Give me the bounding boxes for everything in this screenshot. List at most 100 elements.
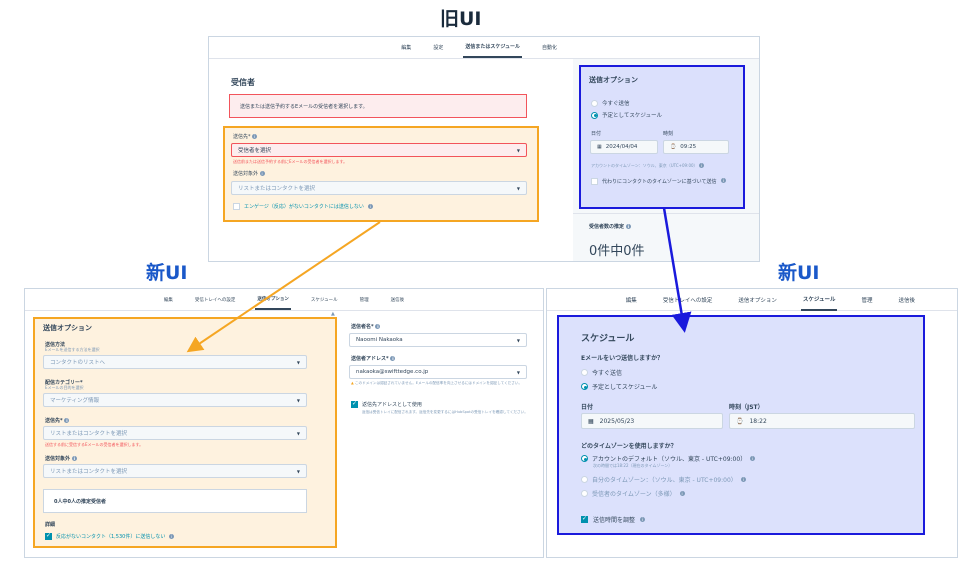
new-tz-own[interactable]: 自分のタイムゾーン：（ソウル、東京 - UTC+09:00） i (581, 475, 746, 484)
radio-dot[interactable] (581, 369, 588, 376)
new-category-select[interactable]: マーケティング情報 ▼ (43, 393, 307, 407)
old-radio-schedule[interactable]: 予定としてスケジュール (591, 111, 662, 119)
old-tab-settings[interactable]: 設定 (431, 38, 445, 57)
new-detail-checkbox-row[interactable]: 反応がないコンタクト（1,530件）に送信しない i (45, 532, 175, 540)
info-icon[interactable]: i (259, 171, 265, 176)
new-tz-account[interactable]: アカウントのデフォルト（ソウル、東京 - UTC+09:00） i (581, 454, 756, 463)
old-tab-edit[interactable]: 編集 (399, 38, 413, 57)
calendar-icon: ▦ (597, 144, 602, 150)
old-ui-panel: 編集 設定 送信またはスケジュール 自動化 受信者 送信または送信予約するEメー… (208, 36, 760, 262)
new-right-tab-manage[interactable]: 管理 (859, 290, 874, 310)
info-icon[interactable]: i (679, 491, 685, 496)
radio-dot-selected[interactable] (591, 111, 598, 119)
info-icon[interactable]: i (698, 163, 704, 168)
info-icon[interactable]: i (640, 517, 646, 522)
clock-icon: ⌚ (736, 417, 744, 425)
old-contact-tz-row[interactable]: 代わりにコンタクトのタイムゾーンに基づいて送信 i (591, 178, 741, 185)
new-detail-label: 詳細 (45, 522, 56, 528)
old-tz-text: アカウントのタイムゾーン：ソウル、東京（UTC+09:00） i (591, 163, 704, 168)
new-category-sub: Eメールの目的を選択 (45, 385, 84, 390)
new-left-tab-manage[interactable]: 管理 (358, 291, 371, 309)
info-icon[interactable]: i (740, 477, 746, 482)
info-icon[interactable]: i (375, 324, 381, 329)
info-icon[interactable]: i (750, 456, 756, 461)
new-optimize-row[interactable]: 送信時間を調整 i (581, 515, 646, 524)
new-right-tabs: 編集 受信トレイへの設定 送信オプション スケジュール 管理 送信後 (547, 289, 957, 311)
new-right-tab-after[interactable]: 送信後 (896, 290, 917, 310)
new-detail-checkbox[interactable] (45, 532, 52, 540)
new-left-tab-edit[interactable]: 編集 (162, 291, 175, 309)
new-sender-addr-input[interactable]: nakaoka@swifttedge.co.jp ▼ (349, 365, 527, 379)
old-estimate-value: 0件中0件 (589, 244, 645, 259)
old-engage-checkbox[interactable] (233, 203, 240, 210)
new-send-to-select[interactable]: リストまたはコンタクトを選択 ▼ (43, 426, 307, 440)
new-time-label: 時刻（JST） (729, 404, 764, 411)
chevron-down-icon: ▼ (516, 369, 520, 375)
old-send-options-highlight (579, 65, 745, 209)
new-left-tab-inbox[interactable]: 受信トレイへの設定 (193, 291, 238, 309)
new-exclude-select[interactable]: リストまたはコンタクトを選択 ▼ (43, 464, 307, 478)
new-left-tab-schedule[interactable]: スケジュール (309, 291, 340, 309)
new-tz-recipient[interactable]: 受信者のタイムゾーン（多様） i (581, 489, 685, 498)
new-left-tab-after[interactable]: 送信後 (389, 291, 407, 309)
radio-dot-selected[interactable] (581, 383, 588, 390)
new-right-tab-edit[interactable]: 編集 (624, 290, 639, 310)
info-icon[interactable]: i (64, 418, 70, 423)
old-date-input[interactable]: ▦ 2024/04/04 (590, 140, 658, 154)
radio-dot[interactable] (581, 476, 588, 483)
old-recipients-notice: 送信または送信予約するEメールの受信者を選択します。 (229, 94, 527, 118)
old-send-options-title: 送信オプション (589, 76, 638, 84)
calendar-icon: ▦ (588, 417, 594, 425)
new-right-tab-schedule[interactable]: スケジュール (800, 289, 838, 311)
new-tz-question: どのタイムゾーンを使用しますか？ (581, 443, 677, 450)
old-contact-tz-checkbox[interactable] (591, 178, 598, 185)
new-right-tab-send-options[interactable]: 送信オプション (736, 290, 779, 310)
old-time-label: 時刻 (663, 131, 674, 137)
old-send-to-error: 送信前または送信予約する前にEメールの受信者を選択します。 (233, 159, 348, 164)
info-icon[interactable]: i (71, 456, 77, 461)
info-icon[interactable]: i (390, 356, 396, 361)
old-time-input[interactable]: ⌚ 09:25 (663, 140, 729, 154)
new-left-tab-send-options[interactable]: 送信オプション (255, 290, 291, 310)
new-method-select[interactable]: コンタクトのリストへ ▼ (43, 355, 307, 369)
old-tabs: 編集 設定 送信またはスケジュール 自動化 (209, 37, 759, 59)
new-right-tab-inbox[interactable]: 受信トレイへの設定 (661, 290, 715, 310)
info-icon[interactable]: i (252, 134, 258, 139)
new-when-label: Eメールをいつ送信しますか？ (581, 355, 664, 362)
new-radio-schedule[interactable]: 予定としてスケジュール (581, 382, 657, 391)
chevron-down-icon: ▼ (296, 359, 300, 365)
new-estimate-box: 0人中0人の推定受信者 (43, 489, 307, 513)
new-optimize-checkbox[interactable] (581, 515, 588, 523)
old-notice-text: 送信または送信予約するEメールの受信者を選択します。 (240, 103, 368, 110)
scroll-up-icon[interactable]: ▲ (331, 311, 335, 317)
old-engage-checkbox-row[interactable]: エンゲージ（反応）がないコンタクトには送信しない i (233, 203, 373, 210)
old-exclude-label: 送信対象外 i (233, 171, 265, 177)
radio-dot-selected[interactable] (581, 455, 588, 462)
new-right-title: スケジュール (581, 334, 635, 344)
old-send-to-select[interactable]: 受信者を選択 ▼ (231, 143, 527, 157)
old-estimate-title: 受信者数の推定 i (589, 224, 631, 230)
chevron-down-icon: ▼ (516, 337, 520, 343)
new-reply-checkbox[interactable] (351, 400, 358, 408)
new-radio-now[interactable]: 今すぐ送信 (581, 368, 622, 377)
radio-dot[interactable] (581, 490, 588, 497)
new-date-input[interactable]: ▦ 2025/05/23 (581, 413, 723, 429)
info-icon[interactable]: i (625, 224, 631, 229)
old-tab-automation[interactable]: 自動化 (540, 38, 559, 57)
clock-icon: ⌚ (670, 144, 677, 150)
new-reply-checkbox-row[interactable]: 返信先アドレスとして使用 (351, 400, 422, 408)
new-left-title: 送信オプション (43, 324, 92, 332)
old-tab-send-schedule[interactable]: 送信またはスケジュール (463, 37, 522, 58)
new-sender-name-input[interactable]: Naoomi Nakaoka ▼ (349, 333, 527, 347)
info-icon[interactable]: i (367, 204, 373, 209)
chevron-down-icon: ▼ (516, 185, 520, 191)
info-icon[interactable]: i (169, 534, 175, 539)
info-icon[interactable]: i (721, 178, 726, 183)
old-radio-now[interactable]: 今すぐ送信 (591, 99, 630, 107)
radio-dot[interactable] (591, 99, 598, 107)
new-send-to-label: 送信先* i (45, 418, 70, 424)
new-send-to-error: 送信する前に受信するEメールの受信者を選択します。 (45, 442, 144, 447)
old-exclude-select[interactable]: リストまたはコンタクトを選択 ▼ (231, 181, 527, 195)
new-time-input[interactable]: ⌚ 18:22 (729, 413, 915, 429)
new-left-right-column (345, 312, 543, 557)
